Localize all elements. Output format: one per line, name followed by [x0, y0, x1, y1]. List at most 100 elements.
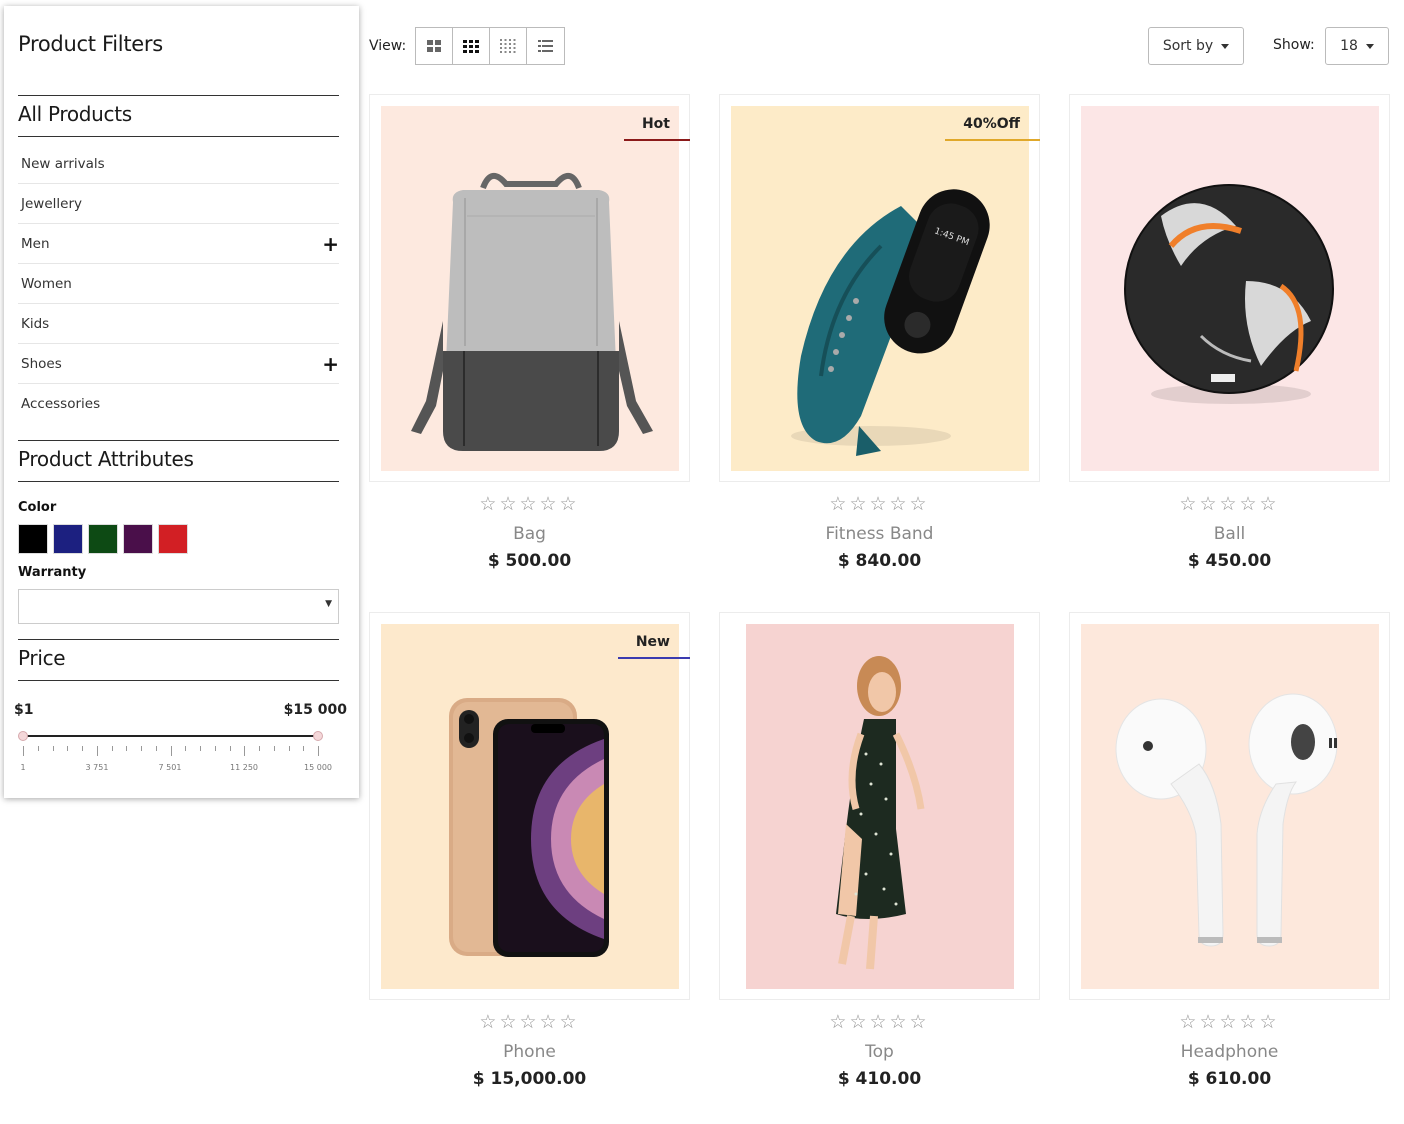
all-products-heading: All Products [18, 95, 339, 137]
category-label: New arrivals [21, 155, 105, 172]
ball-image [1081, 106, 1379, 471]
product-filters-panel: Product Filters All Products New arrival… [4, 6, 359, 798]
grid-3-icon [463, 39, 479, 53]
filters-title: Product Filters [18, 32, 163, 56]
price-slider-max-handle[interactable] [313, 731, 323, 741]
product-image[interactable] [381, 106, 679, 471]
product-image[interactable] [381, 624, 679, 989]
price-slider-min-handle[interactable] [18, 731, 28, 741]
product-price: $ 450.00 [1187, 551, 1272, 571]
category-item-new-arrivals[interactable]: New arrivals [18, 144, 339, 184]
slider-tick [111, 746, 113, 751]
product-name[interactable]: Fitness Band [719, 524, 1040, 544]
product-image-frame[interactable]: 1:45 PM [719, 94, 1040, 482]
slider-tick [185, 746, 187, 751]
product-name[interactable]: Phone [369, 1042, 690, 1062]
list-icon [538, 40, 553, 52]
product-name[interactable]: Ball [1069, 524, 1390, 544]
price-max-value: $15 000 [283, 702, 347, 718]
rating-stars[interactable]: ☆☆☆☆☆ [369, 1011, 690, 1033]
category-label: Jewellery [21, 195, 82, 212]
color-swatch-purple[interactable] [123, 524, 153, 554]
category-item-accessories[interactable]: Accessories [18, 384, 339, 424]
category-item-women[interactable]: Women [18, 264, 339, 304]
color-swatch-black[interactable] [18, 524, 48, 554]
rating-stars[interactable]: ☆☆☆☆☆ [719, 1011, 1040, 1033]
category-item-jewellery[interactable]: Jewellery [18, 184, 339, 224]
slider-tick [303, 746, 305, 751]
slider-tick [82, 746, 83, 751]
category-label: Shoes [21, 355, 62, 372]
category-item-shoes[interactable]: Shoes + [18, 344, 339, 384]
product-name[interactable]: Headphone [1069, 1042, 1390, 1062]
category-label: Accessories [21, 396, 101, 412]
color-swatch-red[interactable] [158, 524, 188, 554]
category-label: Men [21, 235, 50, 252]
product-price: $ 610.00 [1187, 1069, 1272, 1089]
product-price: $ 410.00 [837, 1069, 922, 1089]
slider-tick [318, 746, 319, 756]
slider-tick [52, 746, 54, 751]
category-label: Kids [21, 315, 50, 332]
product-price: $ 500.00 [487, 551, 572, 571]
color-swatch-blue[interactable] [53, 524, 83, 554]
price-slider-scale [23, 746, 319, 758]
view-grid-4-button[interactable] [490, 28, 527, 64]
rating-stars[interactable]: ☆☆☆☆☆ [719, 493, 1040, 515]
product-badge-label: New [635, 634, 670, 650]
scale-label: 7 501 [158, 763, 182, 772]
color-swatch-green[interactable] [88, 524, 118, 554]
product-image[interactable] [1081, 106, 1379, 471]
view-grid-3-button[interactable] [453, 28, 490, 64]
product-name[interactable]: Top [719, 1042, 1040, 1062]
product-image-frame[interactable] [369, 612, 690, 1000]
product-price: $ 840.00 [837, 551, 922, 571]
product-image-frame[interactable] [719, 612, 1040, 1000]
show-count-dropdown[interactable]: 18 [1325, 27, 1389, 65]
slider-tick [155, 746, 157, 751]
product-image[interactable]: 1:45 PM [731, 106, 1029, 471]
warranty-label: Warranty [18, 565, 87, 580]
dress-model-image [746, 624, 1014, 989]
earbuds-image [1081, 624, 1379, 989]
rating-stars[interactable]: ☆☆☆☆☆ [369, 493, 690, 515]
view-mode-group [415, 27, 565, 65]
expand-plus-icon[interactable]: + [322, 234, 339, 254]
warranty-select[interactable]: ▼ [18, 589, 339, 624]
scale-label: 15 000 [304, 763, 332, 772]
grid-2-icon [427, 40, 441, 52]
category-label: Women [21, 275, 72, 292]
slider-tick [229, 746, 231, 751]
product-attributes-heading-label: Product Attributes [18, 447, 194, 471]
rating-stars[interactable]: ☆☆☆☆☆ [1069, 493, 1390, 515]
slider-tick [214, 746, 216, 751]
category-item-kids[interactable]: Kids [18, 304, 339, 344]
product-name[interactable]: Bag [369, 524, 690, 544]
product-badge: New [618, 634, 690, 659]
sort-by-dropdown[interactable]: Sort by [1148, 27, 1244, 65]
category-list: New arrivals Jewellery Men + Women Kids … [18, 144, 339, 424]
price-min-value: $1 [14, 702, 34, 718]
color-swatches [18, 524, 188, 554]
rating-stars[interactable]: ☆☆☆☆☆ [1069, 1011, 1390, 1033]
product-image[interactable] [1081, 624, 1379, 989]
all-products-heading-label: All Products [18, 102, 132, 126]
sort-by-label: Sort by [1162, 38, 1214, 54]
color-label: Color [18, 500, 57, 515]
phone-image [381, 624, 679, 989]
scale-label: 3 751 [85, 763, 109, 772]
view-list-button[interactable] [527, 28, 564, 64]
category-item-men[interactable]: Men + [18, 224, 339, 264]
expand-plus-icon[interactable]: + [322, 354, 339, 374]
slider-tick [273, 746, 275, 751]
product-image-frame[interactable] [1069, 612, 1390, 1000]
price-heading-label: Price [18, 646, 66, 670]
price-slider-track[interactable] [23, 735, 318, 737]
product-image-frame[interactable] [369, 94, 690, 482]
view-grid-2-button[interactable] [416, 28, 453, 64]
product-image-frame[interactable] [1069, 94, 1390, 482]
slider-tick [200, 746, 201, 751]
slider-tick [170, 746, 172, 756]
product-image[interactable] [746, 624, 1014, 989]
show-count-value: 18 [1340, 38, 1358, 54]
